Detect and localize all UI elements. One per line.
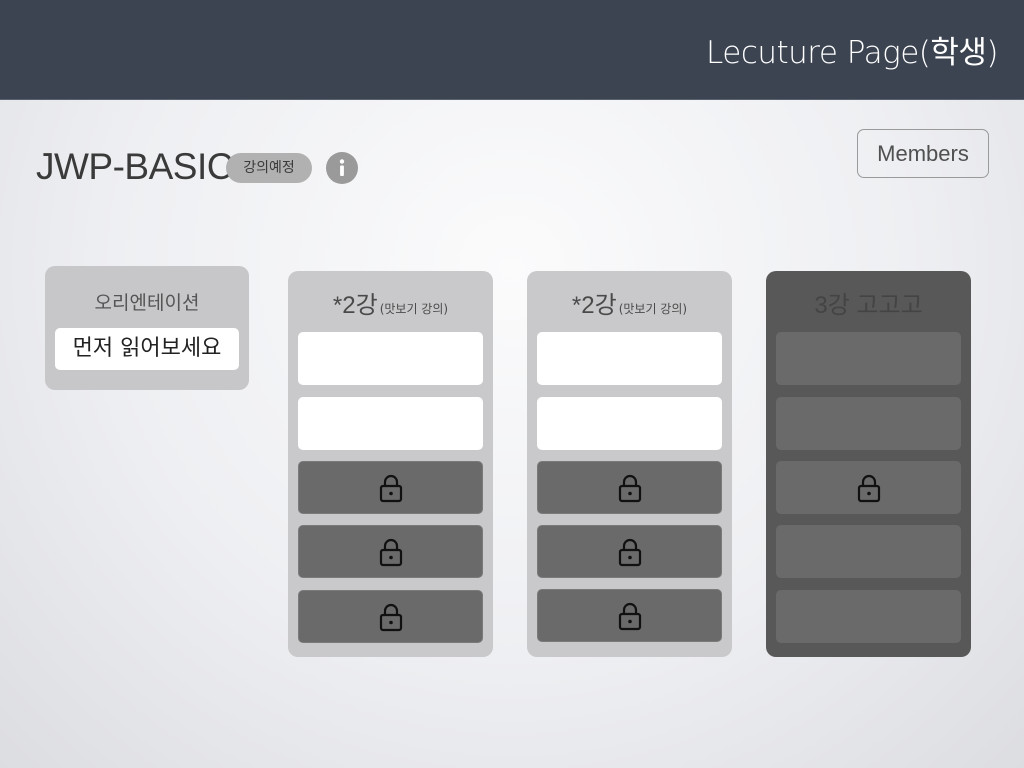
lecture-column-header: *2강 (맛보기 강의) [288,285,493,320]
lecture-slot-empty[interactable] [776,397,961,450]
lock-icon [618,474,641,502]
lecture-column-3: 3강 고고고 [766,271,971,657]
lecture-title: *2강 [332,292,378,319]
lecture-slot-empty[interactable] [776,525,961,578]
lecture-column-header: *2강 (맛보기 강의) [527,285,732,320]
read-first-link[interactable]: 먼저 읽어보세요 [55,328,239,370]
lock-icon [379,474,402,502]
page-title: Lecuture Page(학생) [706,35,998,71]
lecture-slot-locked[interactable] [298,461,483,514]
lock-icon [379,538,402,566]
lock-icon [379,603,402,631]
lecture-slot-locked[interactable] [537,461,722,514]
lecture-subtitle: (맛보기 강의) [618,302,688,316]
info-icon[interactable] [326,152,358,184]
lecture-slot-locked[interactable] [298,525,483,578]
lecture-column-header: 3강 고고고 [766,285,971,320]
lecture-title: 3강 고고고 [814,292,923,319]
lecture-slot-locked[interactable] [298,590,483,643]
lecture-slot-locked[interactable] [537,589,722,642]
lecture-slot-open[interactable] [537,332,722,385]
lecture-column-2: *2강 (맛보기 강의) [527,271,732,657]
lecture-slot-open[interactable] [298,332,483,385]
orientation-title: 오리엔테이션 [94,292,200,314]
lecture-slot-open[interactable] [537,397,722,450]
lock-icon [618,538,641,566]
lecture-title: *2강 [571,292,617,319]
members-button[interactable]: Members [857,129,989,178]
lecture-slot-locked[interactable] [776,461,961,514]
lecture-subtitle: (맛보기 강의) [379,302,449,316]
top-header-bar: Lecuture Page(학생) [0,0,1024,100]
lecture-slot-empty[interactable] [776,332,961,385]
lecture-slot-empty[interactable] [776,590,961,643]
lecture-slot-open[interactable] [298,397,483,450]
lecture-slot-locked[interactable] [537,525,722,578]
lock-icon [618,602,641,630]
course-title: JWP-BASIC [36,146,233,187]
lecture-column-1: *2강 (맛보기 강의) [288,271,493,657]
orientation-card: 오리엔테이션 먼저 읽어보세요 [45,266,249,390]
lock-icon [857,474,880,502]
status-badge: 강의예정 [226,153,312,183]
